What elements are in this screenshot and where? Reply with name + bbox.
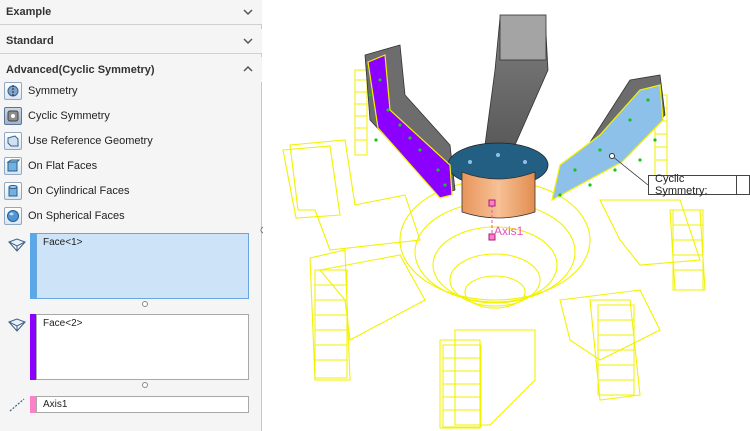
cylindrical-faces-icon <box>4 182 22 200</box>
section-title-advanced: Advanced(Cyclic Symmetry) <box>6 63 155 76</box>
section-title-example: Example <box>6 6 52 18</box>
flat-faces-icon <box>4 157 22 175</box>
face-selection-icon <box>8 238 26 252</box>
section-header-example[interactable]: Example <box>0 0 262 25</box>
option-symmetry[interactable]: Symmetry <box>4 80 78 102</box>
option-on-flat-faces[interactable]: On Flat Faces <box>4 155 97 177</box>
spherical-faces-icon <box>4 207 22 225</box>
option-on-cylindrical-faces[interactable]: On Cylindrical Faces <box>4 180 129 202</box>
face1-selection-item[interactable]: Face<1> <box>43 237 82 248</box>
model-view[interactable] <box>263 0 750 431</box>
option-cyclic-symmetry[interactable]: Cyclic Symmetry <box>4 105 110 127</box>
option-label: Symmetry <box>28 85 78 97</box>
chevron-down-icon[interactable] <box>242 35 254 47</box>
reference-geometry-icon <box>4 132 22 150</box>
axis-label: Axis1 <box>494 224 524 238</box>
option-label: On Flat Faces <box>28 160 98 172</box>
callout-value-box[interactable] <box>736 176 749 194</box>
option-label: Cyclic Symmetry <box>28 110 110 122</box>
option-label: On Cylindrical Faces <box>28 185 130 197</box>
symmetry-icon <box>4 82 22 100</box>
resize-handle[interactable] <box>142 382 148 388</box>
callout-anchor <box>609 153 615 159</box>
option-label: Use Reference Geometry <box>28 135 153 147</box>
chevron-down-icon[interactable] <box>242 6 254 18</box>
chevron-up-icon[interactable] <box>242 63 254 75</box>
section-header-advanced[interactable]: Advanced(Cyclic Symmetry) <box>0 57 262 82</box>
resize-handle[interactable] <box>142 301 148 307</box>
callout-leader <box>611 155 649 186</box>
option-on-spherical-faces[interactable]: On Spherical Faces <box>4 205 125 227</box>
cyclic-symmetry-icon <box>4 107 22 125</box>
face-selection-icon <box>8 318 26 332</box>
axis-selection-box[interactable]: Axis1 <box>36 396 249 413</box>
callout-label: Cyclic Symmetry: <box>655 173 708 197</box>
axis-icon <box>9 398 25 412</box>
face2-selection-box[interactable]: Face<2> <box>36 314 249 380</box>
option-use-reference-geometry[interactable]: Use Reference Geometry <box>4 130 153 152</box>
cyclic-symmetry-callout[interactable]: Cyclic Symmetry: <box>648 173 750 197</box>
face1-highlight <box>551 84 664 202</box>
option-label: On Spherical Faces <box>28 210 125 222</box>
face2-selection-item[interactable]: Face<2> <box>43 318 82 329</box>
property-manager-panel: Example Standard Advanced(Cyclic Symmetr… <box>0 0 268 431</box>
section-header-standard[interactable]: Standard <box>0 29 262 54</box>
section-title-standard: Standard <box>6 35 54 47</box>
axis-selection-item[interactable]: Axis1 <box>43 399 67 410</box>
graphics-viewport[interactable] <box>263 0 750 431</box>
face1-selection-box[interactable]: Face<1> <box>36 233 249 299</box>
